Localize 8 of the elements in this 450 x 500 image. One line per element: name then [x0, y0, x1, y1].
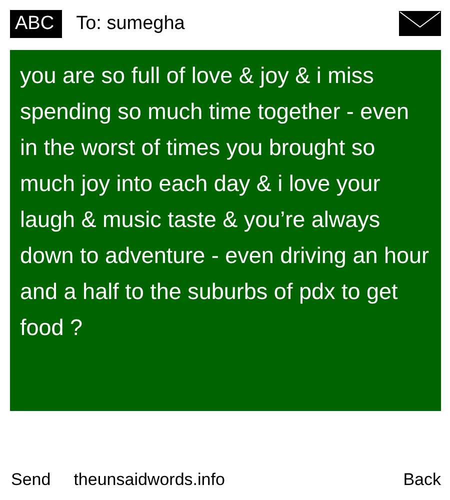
- message-area[interactable]: [10, 50, 441, 411]
- message-text: you are so full of love & joy & i miss spending so much time together - even in the worst of times you brought so much joy into each day & i love your laugh & music taste & you’re always down to adventure - even driving an hour and a half to the suburbs of pdx to get food ?: [20, 62, 430, 342]
- recipient-label: To: sumegha: [76, 12, 185, 36]
- back-softkey[interactable]: Back: [403, 467, 441, 493]
- envelope-icon: [399, 11, 441, 36]
- input-mode-indicator: ABC: [10, 10, 62, 38]
- send-softkey[interactable]: Send: [11, 467, 51, 493]
- site-label: theunsaidwords.info: [74, 469, 225, 492]
